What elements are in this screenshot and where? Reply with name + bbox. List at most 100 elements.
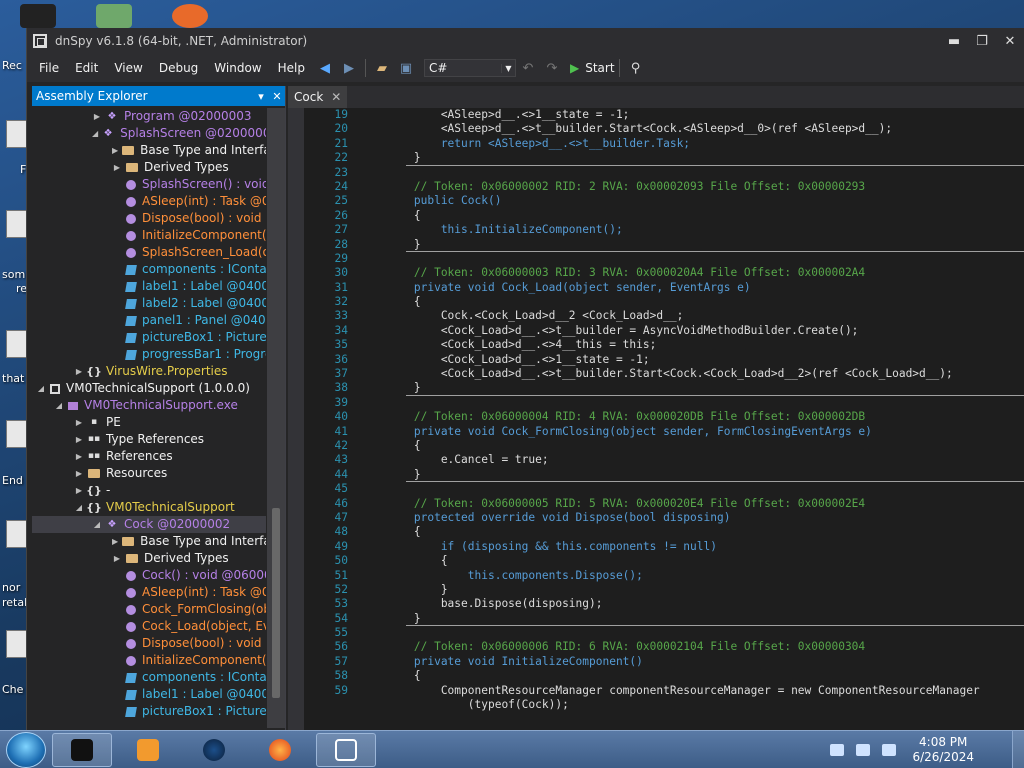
tree-node[interactable]: InitializeComponent() [32, 652, 266, 669]
tree-node[interactable]: Dispose(bool) : void @ [32, 635, 266, 652]
tree-node[interactable]: Cock_FormClosing(ob [32, 601, 266, 618]
tree-node[interactable]: ◢ VM0TechnicalSupport (1.0.0.0) [32, 380, 266, 397]
save-icon[interactable]: ▣ [396, 58, 416, 78]
tree-node[interactable]: ◢ ❖ SplashScreen @02000004 [32, 125, 266, 142]
volume-icon[interactable] [882, 743, 897, 756]
tree-node[interactable]: label2 : Label @04000C [32, 295, 266, 312]
tree-node[interactable]: label1 : Label @04000C [32, 278, 266, 295]
maximize-button[interactable]: ❐ [968, 34, 996, 49]
tree-node[interactable]: panel1 : Panel @04000 [32, 312, 266, 329]
expand-icon[interactable]: ▶ [74, 448, 84, 465]
code-line: 57 private void InitializeComponent() [306, 655, 1024, 669]
tree-node[interactable]: components : IContai [32, 669, 266, 686]
collapse-icon[interactable]: ◢ [74, 499, 84, 516]
expand-icon[interactable]: ▶ [112, 159, 122, 176]
expand-icon[interactable]: ▶ [74, 482, 84, 499]
menu-debug[interactable]: Debug [151, 61, 206, 75]
tree-node[interactable]: ▶ Derived Types [32, 159, 266, 176]
undo-icon[interactable]: ↶ [518, 58, 538, 78]
tree-node[interactable]: Cock_Load(object, Eve [32, 618, 266, 635]
tree-node[interactable]: progressBar1 : Progres [32, 346, 266, 363]
tree-node[interactable]: components : IContai [32, 261, 266, 278]
desktop-label: nor [2, 581, 21, 594]
expand-icon[interactable]: ▶ [74, 465, 84, 482]
taskbar-app-button[interactable] [52, 732, 112, 767]
search-icon[interactable]: ⚲ [626, 58, 646, 78]
expand-icon[interactable]: ▶ [74, 431, 84, 448]
window-title: dnSpy v6.1.8 (64-bit, .NET, Administrato… [55, 34, 308, 48]
windows-start-icon[interactable] [6, 731, 46, 768]
close-button[interactable]: ✕ [996, 34, 1024, 49]
tree-scrollbar[interactable] [267, 108, 285, 728]
back-icon[interactable]: ◀ [315, 58, 335, 78]
taskbar-app-button[interactable] [118, 733, 178, 767]
tree-node[interactable]: InitializeComponent() [32, 227, 266, 244]
expand-icon[interactable]: ▶ [112, 533, 118, 550]
open-folder-icon[interactable]: ▰ [372, 58, 392, 78]
code-text: protected override void Dispose(bool dis… [360, 510, 731, 524]
menu-view[interactable]: View [106, 61, 150, 75]
desktop-icon[interactable] [172, 4, 208, 28]
title-bar[interactable]: dnSpy v6.1.8 (64-bit, .NET, Administrato… [27, 28, 1024, 54]
tree-node[interactable]: ▶ ▪ PE [32, 414, 266, 431]
expand-icon[interactable]: ▶ [74, 414, 84, 431]
tree-node[interactable]: ▶ Resources [32, 465, 266, 482]
close-icon[interactable]: ✕ [269, 90, 285, 103]
redo-icon[interactable]: ↷ [542, 58, 562, 78]
taskbar-app-button-active[interactable] [316, 732, 376, 767]
collapse-icon[interactable]: ◢ [92, 125, 98, 142]
tree-node[interactable]: ▶ Derived Types [32, 550, 266, 567]
expand-icon[interactable]: ▶ [112, 142, 118, 159]
tree-node[interactable]: ▶{} - [32, 482, 266, 499]
tree-node[interactable]: ◢ VM0TechnicalSupport.exe [32, 397, 266, 414]
start-button[interactable]: ▶ Start [570, 61, 615, 75]
code-text: { [360, 208, 421, 222]
show-desktop-button[interactable] [1012, 730, 1024, 768]
expand-icon[interactable]: ▶ [112, 550, 122, 567]
expand-icon[interactable]: ▶ [92, 108, 102, 125]
tree-node[interactable]: Dispose(bool) : void @ [32, 210, 266, 227]
taskbar-app-button[interactable] [250, 733, 310, 767]
tree-node[interactable]: SplashScreen() : void @ [32, 176, 266, 193]
language-select[interactable]: C# ▼ [423, 59, 516, 77]
tree-node[interactable]: Cock() : void @060000 [32, 567, 266, 584]
tree-node[interactable]: pictureBox1 : PictureB [32, 703, 266, 720]
monitor-icon[interactable] [856, 743, 871, 756]
tree-node[interactable]: ▶ ❖ Program @02000003 [32, 108, 266, 125]
tree-node[interactable]: ◢{} VM0TechnicalSupport [32, 499, 266, 516]
tree-node[interactable]: ▶ Base Type and Interfac [32, 142, 266, 159]
tab-cock[interactable]: Cock ✕ [288, 86, 348, 108]
desktop-icon[interactable] [96, 4, 132, 28]
network-icon[interactable] [830, 743, 845, 756]
code-lines: 19 <ASleep>d__.<>1__state = -1; 20 <ASlee… [306, 108, 1024, 712]
tree-node[interactable]: ASleep(int) : Task @06 [32, 584, 266, 601]
tree-node[interactable]: pictureBox1 : PictureB [32, 329, 266, 346]
tree-node[interactable]: ASleep(int) : Task @06 [32, 193, 266, 210]
menu-window[interactable]: Window [206, 61, 269, 75]
menu-file[interactable]: File [31, 61, 67, 75]
clock-time: 4:08 PM [919, 734, 968, 749]
scrollbar-thumb[interactable] [272, 508, 280, 698]
tree-node[interactable]: SplashScreen_Load(ob [32, 244, 266, 261]
tree-node[interactable]: ▶ ▪▪ Type References [32, 431, 266, 448]
close-icon[interactable]: ✕ [331, 90, 341, 104]
dropdown-icon[interactable]: ▾ [253, 90, 269, 103]
taskbar-app-button[interactable] [184, 733, 244, 767]
explorer-header[interactable]: Assembly Explorer ▾ ✕ [32, 86, 285, 106]
minimize-button[interactable]: ▬ [940, 34, 968, 49]
collapse-icon[interactable]: ◢ [36, 380, 46, 397]
tree-node[interactable]: ▶ ▪▪ References [32, 448, 266, 465]
tree-node-selected[interactable]: ◢ ❖ Cock @02000002 [32, 516, 266, 533]
collapse-icon[interactable]: ◢ [92, 516, 102, 533]
tree-node[interactable]: label1 : Label @04000C [32, 686, 266, 703]
menu-edit[interactable]: Edit [67, 61, 106, 75]
desktop-icon[interactable] [20, 4, 56, 28]
menu-help[interactable]: Help [270, 61, 313, 75]
collapse-icon[interactable]: ◢ [54, 397, 64, 414]
tree-node[interactable]: ▶ Base Type and Interfac [32, 533, 266, 550]
forward-icon[interactable]: ▶ [339, 58, 359, 78]
code-editor[interactable]: 19 <ASleep>d__.<>1__state = -1; 20 <ASlee… [288, 108, 1024, 730]
tree-node[interactable]: ▶{} VirusWire.Properties [32, 363, 266, 380]
clock[interactable]: 4:08 PM 6/26/2024 [912, 735, 974, 765]
expand-icon[interactable]: ▶ [74, 363, 84, 380]
